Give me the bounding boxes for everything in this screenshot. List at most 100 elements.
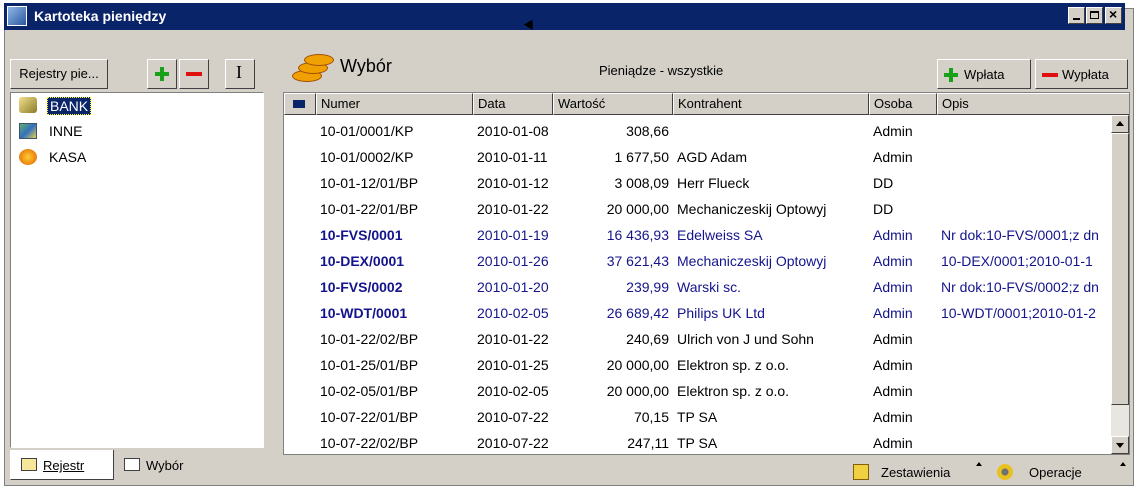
cell-numer: 10-01-25/01/BP (320, 357, 419, 373)
cell-kontrahent: Ulrich von J und Sohn (677, 331, 814, 347)
cell-osoba: Admin (873, 409, 913, 425)
view-title: Wybór (340, 56, 392, 76)
cell-wartosc: 37 621,43 (606, 253, 669, 269)
cell-osoba: Admin (873, 149, 913, 165)
table-row[interactable]: 10-07-22/02/BP 2010-07-22 247,11 TP SA Admin (284, 430, 1114, 454)
app-icon (7, 6, 27, 26)
table-row[interactable]: 10-FVS/0001 2010-01-19 16 436,93 Edelweiss … (284, 222, 1114, 248)
edit-button[interactable]: I (225, 59, 255, 89)
operations-button[interactable]: Operacje (993, 458, 1128, 486)
table-row[interactable]: 10-02-05/01/BP 2010-02-05 20 000,00 Elektro… (284, 378, 1114, 404)
col-data[interactable]: Data (473, 93, 553, 115)
list-tab-icon (124, 458, 140, 471)
table-row[interactable]: 10-01-22/01/BP 2010-01-22 20 000,00 Mechani… (284, 196, 1114, 222)
minimize-button[interactable] (1068, 7, 1085, 24)
cell-wartosc: 16 436,93 (606, 227, 669, 243)
registers-tree[interactable]: BANK INNE KASA (10, 92, 264, 448)
cell-osoba: Admin (873, 279, 913, 295)
table-row[interactable]: 10-01/0002/KP 2010-01-11 1 677,50 AGD Adam A… (284, 144, 1114, 170)
cell-data: 2010-01-25 (477, 357, 549, 373)
cell-kontrahent: Elektron sp. z o.o. (677, 383, 790, 399)
caret-up-icon (976, 462, 982, 466)
cell-osoba: Admin (873, 435, 913, 451)
col-wartosc[interactable]: Wartość (553, 93, 673, 115)
cell-kontrahent: Elektron sp. z o.o. (677, 357, 790, 373)
transactions-grid[interactable]: Numer Data Wartość Kontrahent Osoba Opis… (283, 92, 1130, 455)
cell-data: 2010-01-22 (477, 331, 549, 347)
table-row[interactable]: 10-01-22/02/BP 2010-01-22 240,69 Ulrich von… (284, 326, 1114, 352)
gears-icon (997, 464, 1013, 480)
table-row[interactable]: 10-01-25/01/BP 2010-01-25 20 000,00 Elektro… (284, 352, 1114, 378)
cell-data: 2010-07-22 (477, 409, 549, 425)
col-numer[interactable]: Numer (316, 93, 473, 115)
tab-wybor[interactable]: Wybór (114, 450, 214, 480)
cell-numer: 10-WDT/0001 (320, 305, 408, 321)
vertical-scrollbar[interactable] (1111, 115, 1129, 454)
tab-rejestr[interactable]: Rejestr (10, 450, 114, 480)
cell-data: 2010-01-08 (477, 123, 549, 139)
caret-up-icon (1120, 462, 1126, 466)
cell-osoba: Admin (873, 227, 913, 243)
cell-numer: 10-07-22/02/BP (320, 435, 419, 451)
other-icon (19, 123, 37, 139)
cell-wartosc: 20 000,00 (606, 201, 669, 217)
cash-icon (19, 149, 37, 165)
table-row[interactable]: 10-07-22/01/BP 2010-07-22 70,15 TP SA Admin (284, 404, 1114, 430)
cell-osoba: Admin (873, 357, 913, 373)
cell-data: 2010-01-22 (477, 201, 549, 217)
scroll-thumb[interactable] (1111, 133, 1129, 405)
cell-numer: 10-01-22/01/BP (320, 201, 419, 217)
registers-button[interactable]: Rejestry pie... (10, 59, 108, 89)
table-row[interactable]: 10-01-12/01/BP 2010-01-12 3 008,09 Herr Flu… (284, 170, 1114, 196)
title-bar[interactable]: Kartoteka pieniędzy × (4, 3, 1125, 30)
close-button[interactable]: × (1105, 6, 1122, 24)
add-button[interactable] (147, 59, 177, 89)
cell-wartosc: 240,69 (626, 331, 669, 347)
scroll-up-button[interactable] (1111, 115, 1129, 133)
withdraw-button[interactable]: Wypłata (1035, 59, 1128, 89)
cell-wartosc: 247,11 (627, 435, 669, 451)
table-row[interactable]: 10-FVS/0002 2010-01-20 239,99 Warski sc. Adm… (284, 274, 1114, 300)
cell-kontrahent: Mechaniczeskij Optowyj (677, 201, 827, 217)
cell-kontrahent: AGD Adam (677, 149, 748, 165)
cell-numer: 10-07-22/01/BP (320, 409, 419, 425)
table-row[interactable]: 10-DEX/0001 2010-01-26 37 621,43 Mechanicze… (284, 248, 1114, 274)
cell-osoba: Admin (873, 305, 913, 321)
coins-icon (288, 52, 338, 86)
reports-button[interactable]: Zestawienia (849, 458, 985, 486)
register-tab-icon (21, 458, 37, 471)
col-opis[interactable]: Opis (937, 93, 1129, 115)
cell-kontrahent: TP SA (677, 409, 718, 425)
scroll-down-button[interactable] (1111, 436, 1129, 454)
cell-wartosc: 26 689,42 (606, 305, 669, 321)
cell-wartosc: 1 677,50 (614, 149, 670, 165)
remove-button[interactable] (179, 59, 209, 89)
maximize-button[interactable] (1086, 7, 1103, 24)
col-kontrahent[interactable]: Kontrahent (673, 93, 869, 115)
cell-osoba: Admin (873, 331, 913, 347)
cell-numer: 10-01-22/02/BP (320, 331, 419, 347)
cell-data: 2010-02-05 (477, 383, 549, 399)
close-icon: × (1109, 6, 1118, 22)
cell-opis: 10-DEX/0001;2010-01-1 (941, 253, 1093, 269)
cell-osoba: DD (873, 175, 894, 191)
cell-wartosc: 70,15 (633, 409, 669, 425)
cell-kontrahent: Herr Flueck (677, 175, 750, 191)
status-bar: Zestawienia Operacje (283, 456, 1130, 486)
table-row[interactable]: 10-01/0001/KP 2010-01-08 308,66 Admin (284, 118, 1114, 144)
cell-opis: Nr dok:10-FVS/0002;z dn (941, 279, 1099, 295)
cell-numer: 10-01-12/01/BP (320, 175, 419, 191)
view-subtitle: Pieniądze - wszystkie (599, 63, 724, 78)
cell-data: 2010-07-22 (477, 435, 549, 451)
deposit-button[interactable]: Wpłata (937, 59, 1031, 89)
header-selector[interactable] (284, 93, 316, 115)
table-row[interactable]: 10-WDT/0001 2010-02-05 26 689,42 Philips UK… (284, 300, 1114, 326)
arrow-down-icon (1116, 443, 1124, 448)
cell-wartosc: 308,66 (626, 123, 669, 139)
cell-opis: Nr dok:10-FVS/0001;z dn (941, 227, 1099, 243)
cell-data: 2010-01-19 (477, 227, 549, 243)
col-osoba[interactable]: Osoba (869, 93, 937, 115)
cell-data: 2010-02-05 (477, 305, 549, 321)
grid-header: Numer Data Wartość Kontrahent Osoba Opis (284, 93, 1129, 115)
report-icon (853, 464, 869, 480)
